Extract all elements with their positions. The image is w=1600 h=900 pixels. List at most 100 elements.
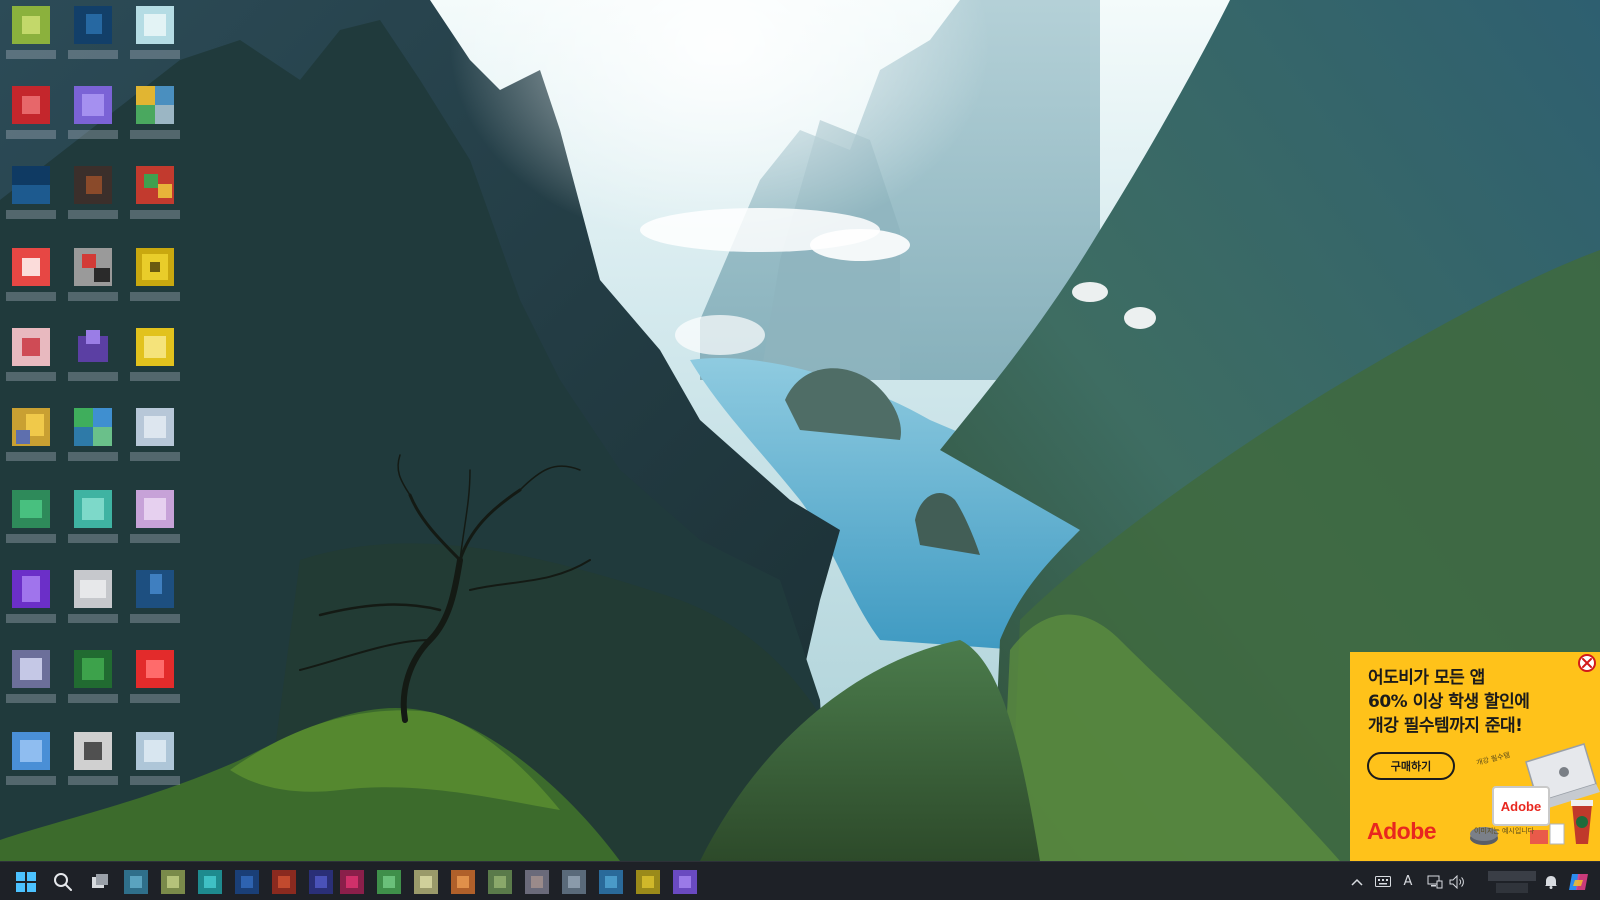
app-icon [74,490,112,528]
desktop-icon[interactable] [0,484,62,562]
app-icon [12,248,50,286]
close-icon[interactable] [1578,654,1596,672]
app-icon [12,408,50,446]
task-view-button[interactable] [84,866,116,898]
speaker-icon [1449,874,1464,889]
desktop-icon[interactable] [62,564,124,642]
app-icon [74,6,112,44]
ime-indicator[interactable]: A [1398,862,1418,900]
desktop-icon[interactable] [124,644,186,722]
desktop-icon[interactable] [124,0,186,78]
desktop-icon[interactable] [124,564,186,642]
task-view-icon [92,874,108,888]
app-icon [74,328,112,366]
desktop-icon[interactable] [62,402,124,480]
desktop-icon[interactable] [0,322,62,400]
keyboard-icon [1375,876,1391,887]
app-icon [12,650,50,688]
desktop-icon[interactable] [62,644,124,722]
app-icon [136,408,174,446]
desktop-icon[interactable] [62,322,124,400]
taskbar-app[interactable] [272,870,296,894]
app-icon [74,650,112,688]
taskbar-app[interactable] [673,870,697,894]
taskbar: A [0,861,1600,900]
taskbar-app[interactable] [562,870,586,894]
app-icon [136,248,174,286]
app-icon [12,166,50,204]
desktop-icon[interactable] [0,402,62,480]
desktop-icon-grid [0,0,200,800]
app-icon [12,732,50,770]
taskbar-app[interactable] [599,870,623,894]
desktop-icon[interactable] [62,0,124,78]
search-button[interactable] [47,866,79,898]
app-icon [136,6,174,44]
desktop-icon[interactable] [62,242,124,320]
start-button[interactable] [10,866,42,898]
taskbar-app[interactable] [377,870,401,894]
ad-headline: 어도비가 모든 앱 60% 이상 학생 할인에 개강 필수템까지 준대! [1368,666,1588,738]
desktop-icon[interactable] [0,0,62,78]
app-icon [74,732,112,770]
ad-buy-button[interactable]: 구매하기 [1367,752,1455,780]
desktop-icon[interactable] [124,242,186,320]
app-icon [12,6,50,44]
desktop-icon[interactable] [124,160,186,238]
taskbar-app[interactable] [235,870,259,894]
desktop-icon[interactable] [62,726,124,804]
app-icon [136,732,174,770]
ad-art-note: 이미지는 예시입니다 [1474,827,1535,835]
tray-overflow-button[interactable] [1346,862,1368,900]
desktop-icon[interactable] [0,564,62,642]
notification-button[interactable] [1540,862,1562,900]
app-icon [12,570,50,608]
app-icon [136,650,174,688]
app-icon [74,408,112,446]
app-icon [12,86,50,124]
desktop-icon[interactable] [62,80,124,158]
chevron-up-icon [1351,878,1363,886]
app-icon [74,86,112,124]
taskbar-app[interactable] [414,870,438,894]
desktop-icon[interactable] [0,160,62,238]
tray-keyboard-button[interactable] [1372,862,1394,900]
taskbar-app[interactable] [451,870,475,894]
desktop-icon[interactable] [124,322,186,400]
app-icon [12,328,50,366]
taskbar-app[interactable] [124,870,148,894]
taskbar-app[interactable] [488,870,512,894]
app-icon [74,570,112,608]
taskbar-app[interactable] [198,870,222,894]
app-icon [136,570,174,608]
app-icon [136,86,174,124]
desktop-icon[interactable] [62,484,124,562]
network-icon [1427,875,1443,888]
ad-product-art: Adobe 이미지는 예시입니다 개강 필수템 [1466,734,1600,861]
ad-headline-line: 어도비가 모든 앱 [1368,668,1485,688]
taskbar-app[interactable] [340,870,364,894]
windows-logo-icon [16,872,36,892]
desktop-icon[interactable] [124,726,186,804]
desktop-icon[interactable] [124,484,186,562]
tray-volume-button[interactable] [1446,862,1468,900]
app-icon [74,248,112,286]
desktop-icon[interactable] [0,242,62,320]
ad-headline-line: 60% 이상 학생 할인에 [1368,692,1530,712]
desktop-icon[interactable] [62,160,124,238]
tray-network-button[interactable] [1424,862,1446,900]
desktop-icon[interactable] [0,644,62,722]
taskbar-app[interactable] [636,870,660,894]
desktop-icon[interactable] [124,80,186,158]
desktop-icon[interactable] [0,726,62,804]
adobe-ad-popup[interactable]: 어도비가 모든 앱 60% 이상 학생 할인에 개강 필수템까지 준대! 구매하… [1350,652,1600,861]
clock-area[interactable] [1488,869,1536,895]
taskbar-app[interactable] [161,870,185,894]
copilot-button[interactable] [1564,862,1594,900]
taskbar-app[interactable] [525,870,549,894]
desktop-icon[interactable] [124,402,186,480]
taskbar-app[interactable] [309,870,333,894]
app-icon [12,490,50,528]
desktop-icon[interactable] [0,80,62,158]
copilot-icon [1569,873,1588,890]
